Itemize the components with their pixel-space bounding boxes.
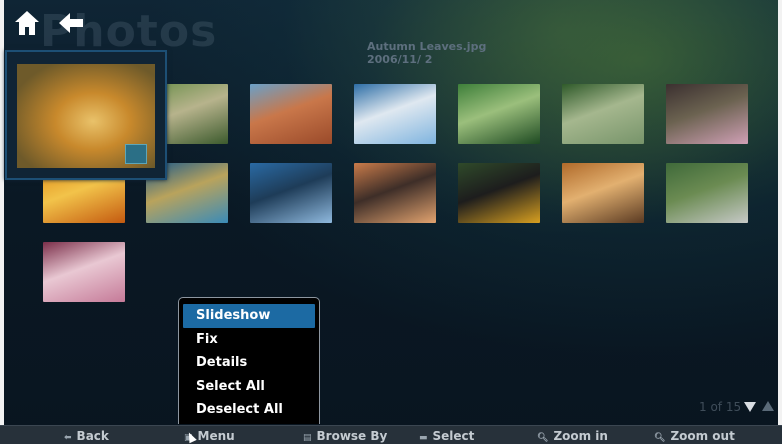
selected-photo-name: Autumn Leaves.jpg bbox=[367, 40, 487, 53]
selected-photo-date: 2006/11/ 2 bbox=[367, 53, 433, 66]
context-menu: Slideshow Fix Details Select All Deselec… bbox=[178, 297, 320, 424]
menu-item-details[interactable]: Details bbox=[179, 351, 319, 375]
photo-thumbnail-toucan[interactable] bbox=[458, 163, 540, 223]
photos-screen: Photos Autumn Leaves.jpg 2006/11/ 2 Slid… bbox=[0, 0, 782, 444]
menu-item-slideshow[interactable]: Slideshow bbox=[183, 304, 315, 328]
select-button[interactable]: ▬ Select bbox=[419, 429, 474, 443]
photo-thumbnail-whale-tail[interactable] bbox=[250, 163, 332, 223]
zoom-out-icon: 🔍︎ bbox=[654, 433, 666, 443]
home-icon[interactable] bbox=[14, 10, 40, 36]
menu-label: Menu bbox=[197, 429, 235, 443]
select-label: Select bbox=[432, 429, 475, 443]
photo-thumbnail-green-leaves[interactable] bbox=[458, 84, 540, 144]
back-key-icon: ⬅ bbox=[64, 433, 72, 443]
page-up-icon[interactable] bbox=[762, 401, 774, 411]
page-down-icon[interactable] bbox=[744, 402, 756, 412]
browse-key-icon: ▤ bbox=[303, 433, 312, 443]
selection-check-icon bbox=[125, 144, 147, 164]
photo-thumbnail-trees-sunset[interactable] bbox=[562, 163, 644, 223]
select-key-icon: ▬ bbox=[419, 433, 428, 443]
zoom-in-icon: 🔍︎ bbox=[537, 433, 549, 443]
photo-thumbnail-forest-path[interactable] bbox=[562, 84, 644, 144]
selected-photo-info: Autumn Leaves.jpg 2006/11/ 2 bbox=[367, 40, 486, 66]
back-label: Back bbox=[76, 429, 109, 443]
selected-photo-tile[interactable] bbox=[5, 50, 167, 180]
zoom-out-label: Zoom out bbox=[670, 429, 735, 443]
photo-thumbnail-frost-leaves[interactable] bbox=[43, 242, 125, 302]
back-button[interactable]: ⬅ Back bbox=[64, 429, 109, 443]
frame-left bbox=[0, 0, 4, 444]
browse-by-button[interactable]: ▤ Browse By bbox=[303, 429, 387, 443]
photo-thumbnail-desert-mesa[interactable] bbox=[250, 84, 332, 144]
photo-thumbnail-ocean-yacht[interactable] bbox=[354, 84, 436, 144]
photo-thumbnail-pink-flowers[interactable] bbox=[666, 84, 748, 144]
zoom-in-button[interactable]: 🔍︎ Zoom in bbox=[537, 429, 608, 443]
photo-thumbnail-waterfall[interactable] bbox=[666, 163, 748, 223]
page-counter: 1 of 15 bbox=[699, 400, 742, 414]
menu-item-fix[interactable]: Fix bbox=[179, 328, 319, 352]
zoom-in-label: Zoom in bbox=[553, 429, 608, 443]
photo-thumbnail-desert-dunes[interactable] bbox=[354, 163, 436, 223]
back-arrow-icon[interactable] bbox=[58, 12, 84, 34]
menu-item-deselect-all[interactable]: Deselect All bbox=[179, 398, 319, 422]
browse-by-label: Browse By bbox=[316, 429, 388, 443]
button-bar: ⬅ Back ▣ Menu ▤ Browse By ▬ Select 🔍︎ Zoom in… bbox=[0, 425, 782, 444]
frame-right bbox=[778, 0, 782, 444]
zoom-out-button[interactable]: 🔍︎ Zoom out bbox=[654, 429, 735, 443]
menu-item-select-all[interactable]: Select All bbox=[179, 375, 319, 399]
